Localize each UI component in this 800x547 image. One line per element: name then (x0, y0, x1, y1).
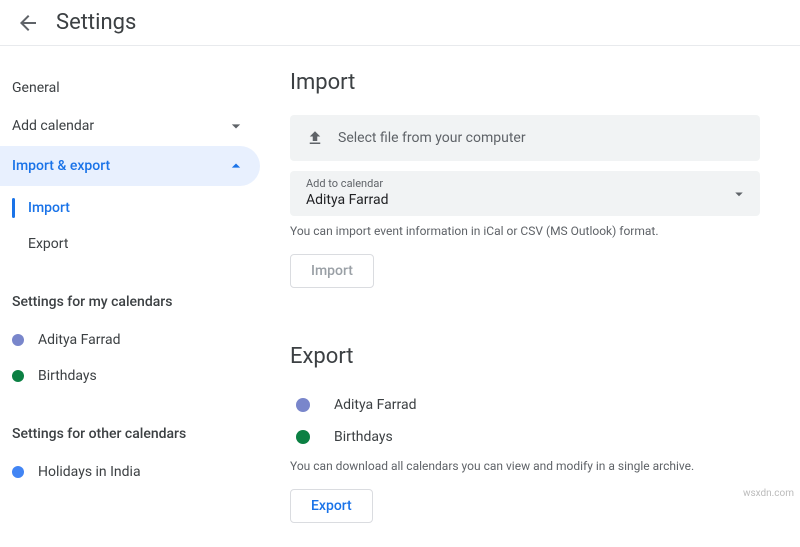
nav-label: Import & export (12, 158, 110, 174)
nav-general[interactable]: General (0, 70, 260, 106)
sidebar-calendar-item[interactable]: Holidays in India (0, 454, 260, 490)
nav-label: Add calendar (12, 118, 94, 134)
dropdown-value: Aditya Farrad (306, 192, 744, 208)
calendar-label: Holidays in India (38, 464, 141, 480)
header: Settings (0, 0, 800, 46)
watermark: wsxdn.com (743, 488, 794, 499)
import-button[interactable]: Import (290, 254, 374, 288)
page-title: Settings (56, 10, 136, 35)
nav-import-export[interactable]: Import & export (0, 146, 260, 186)
calendar-label: Birthdays (38, 368, 97, 384)
select-file-label: Select file from your computer (338, 130, 526, 146)
content: General Add calendar Import & export Imp… (0, 46, 800, 547)
sub-import[interactable]: Import (0, 190, 260, 226)
import-helper-text: You can import event information in iCal… (290, 224, 760, 238)
sub-label: Import (28, 200, 70, 216)
export-calendar-row: Aditya Farrad (290, 389, 760, 421)
calendar-color-dot (296, 430, 310, 444)
sidebar-calendar-item[interactable]: Birthdays (0, 358, 260, 394)
sidebar: General Add calendar Import & export Imp… (0, 46, 260, 547)
main-panel: Import Select file from your computer Ad… (260, 46, 800, 547)
calendar-color-dot (12, 370, 24, 382)
calendar-color-dot (12, 466, 24, 478)
sub-export[interactable]: Export (0, 226, 260, 262)
nav-add-calendar[interactable]: Add calendar (0, 106, 260, 146)
import-export-subitems: Import Export (0, 190, 260, 262)
export-calendar-row: Birthdays (290, 421, 760, 453)
my-calendars-header: Settings for my calendars (0, 262, 260, 322)
export-calendar-label: Birthdays (334, 429, 393, 445)
nav-label: General (12, 80, 60, 96)
chevron-down-icon (226, 116, 246, 136)
export-calendar-label: Aditya Farrad (334, 397, 416, 413)
select-file-button[interactable]: Select file from your computer (290, 115, 760, 161)
add-to-calendar-dropdown[interactable]: Add to calendar Aditya Farrad (290, 171, 760, 216)
other-calendars-header: Settings for other calendars (0, 394, 260, 454)
export-section: Export Aditya Farrad Birthdays You can d… (290, 344, 760, 523)
calendar-color-dot (12, 334, 24, 346)
chevron-up-icon (226, 156, 246, 176)
export-button[interactable]: Export (290, 489, 373, 523)
dropdown-label: Add to calendar (306, 177, 744, 190)
dropdown-arrow-icon (730, 185, 748, 203)
export-helper-text: You can download all calendars you can v… (290, 459, 760, 473)
sidebar-calendar-item[interactable]: Aditya Farrad (0, 322, 260, 358)
calendar-color-dot (296, 398, 310, 412)
calendar-label: Aditya Farrad (38, 332, 120, 348)
button-label: Import (311, 263, 353, 279)
back-arrow-icon[interactable] (16, 11, 40, 35)
import-heading: Import (290, 70, 760, 95)
button-label: Export (311, 498, 352, 514)
export-heading: Export (290, 344, 760, 369)
upload-icon (306, 129, 324, 147)
sub-label: Export (28, 236, 68, 252)
